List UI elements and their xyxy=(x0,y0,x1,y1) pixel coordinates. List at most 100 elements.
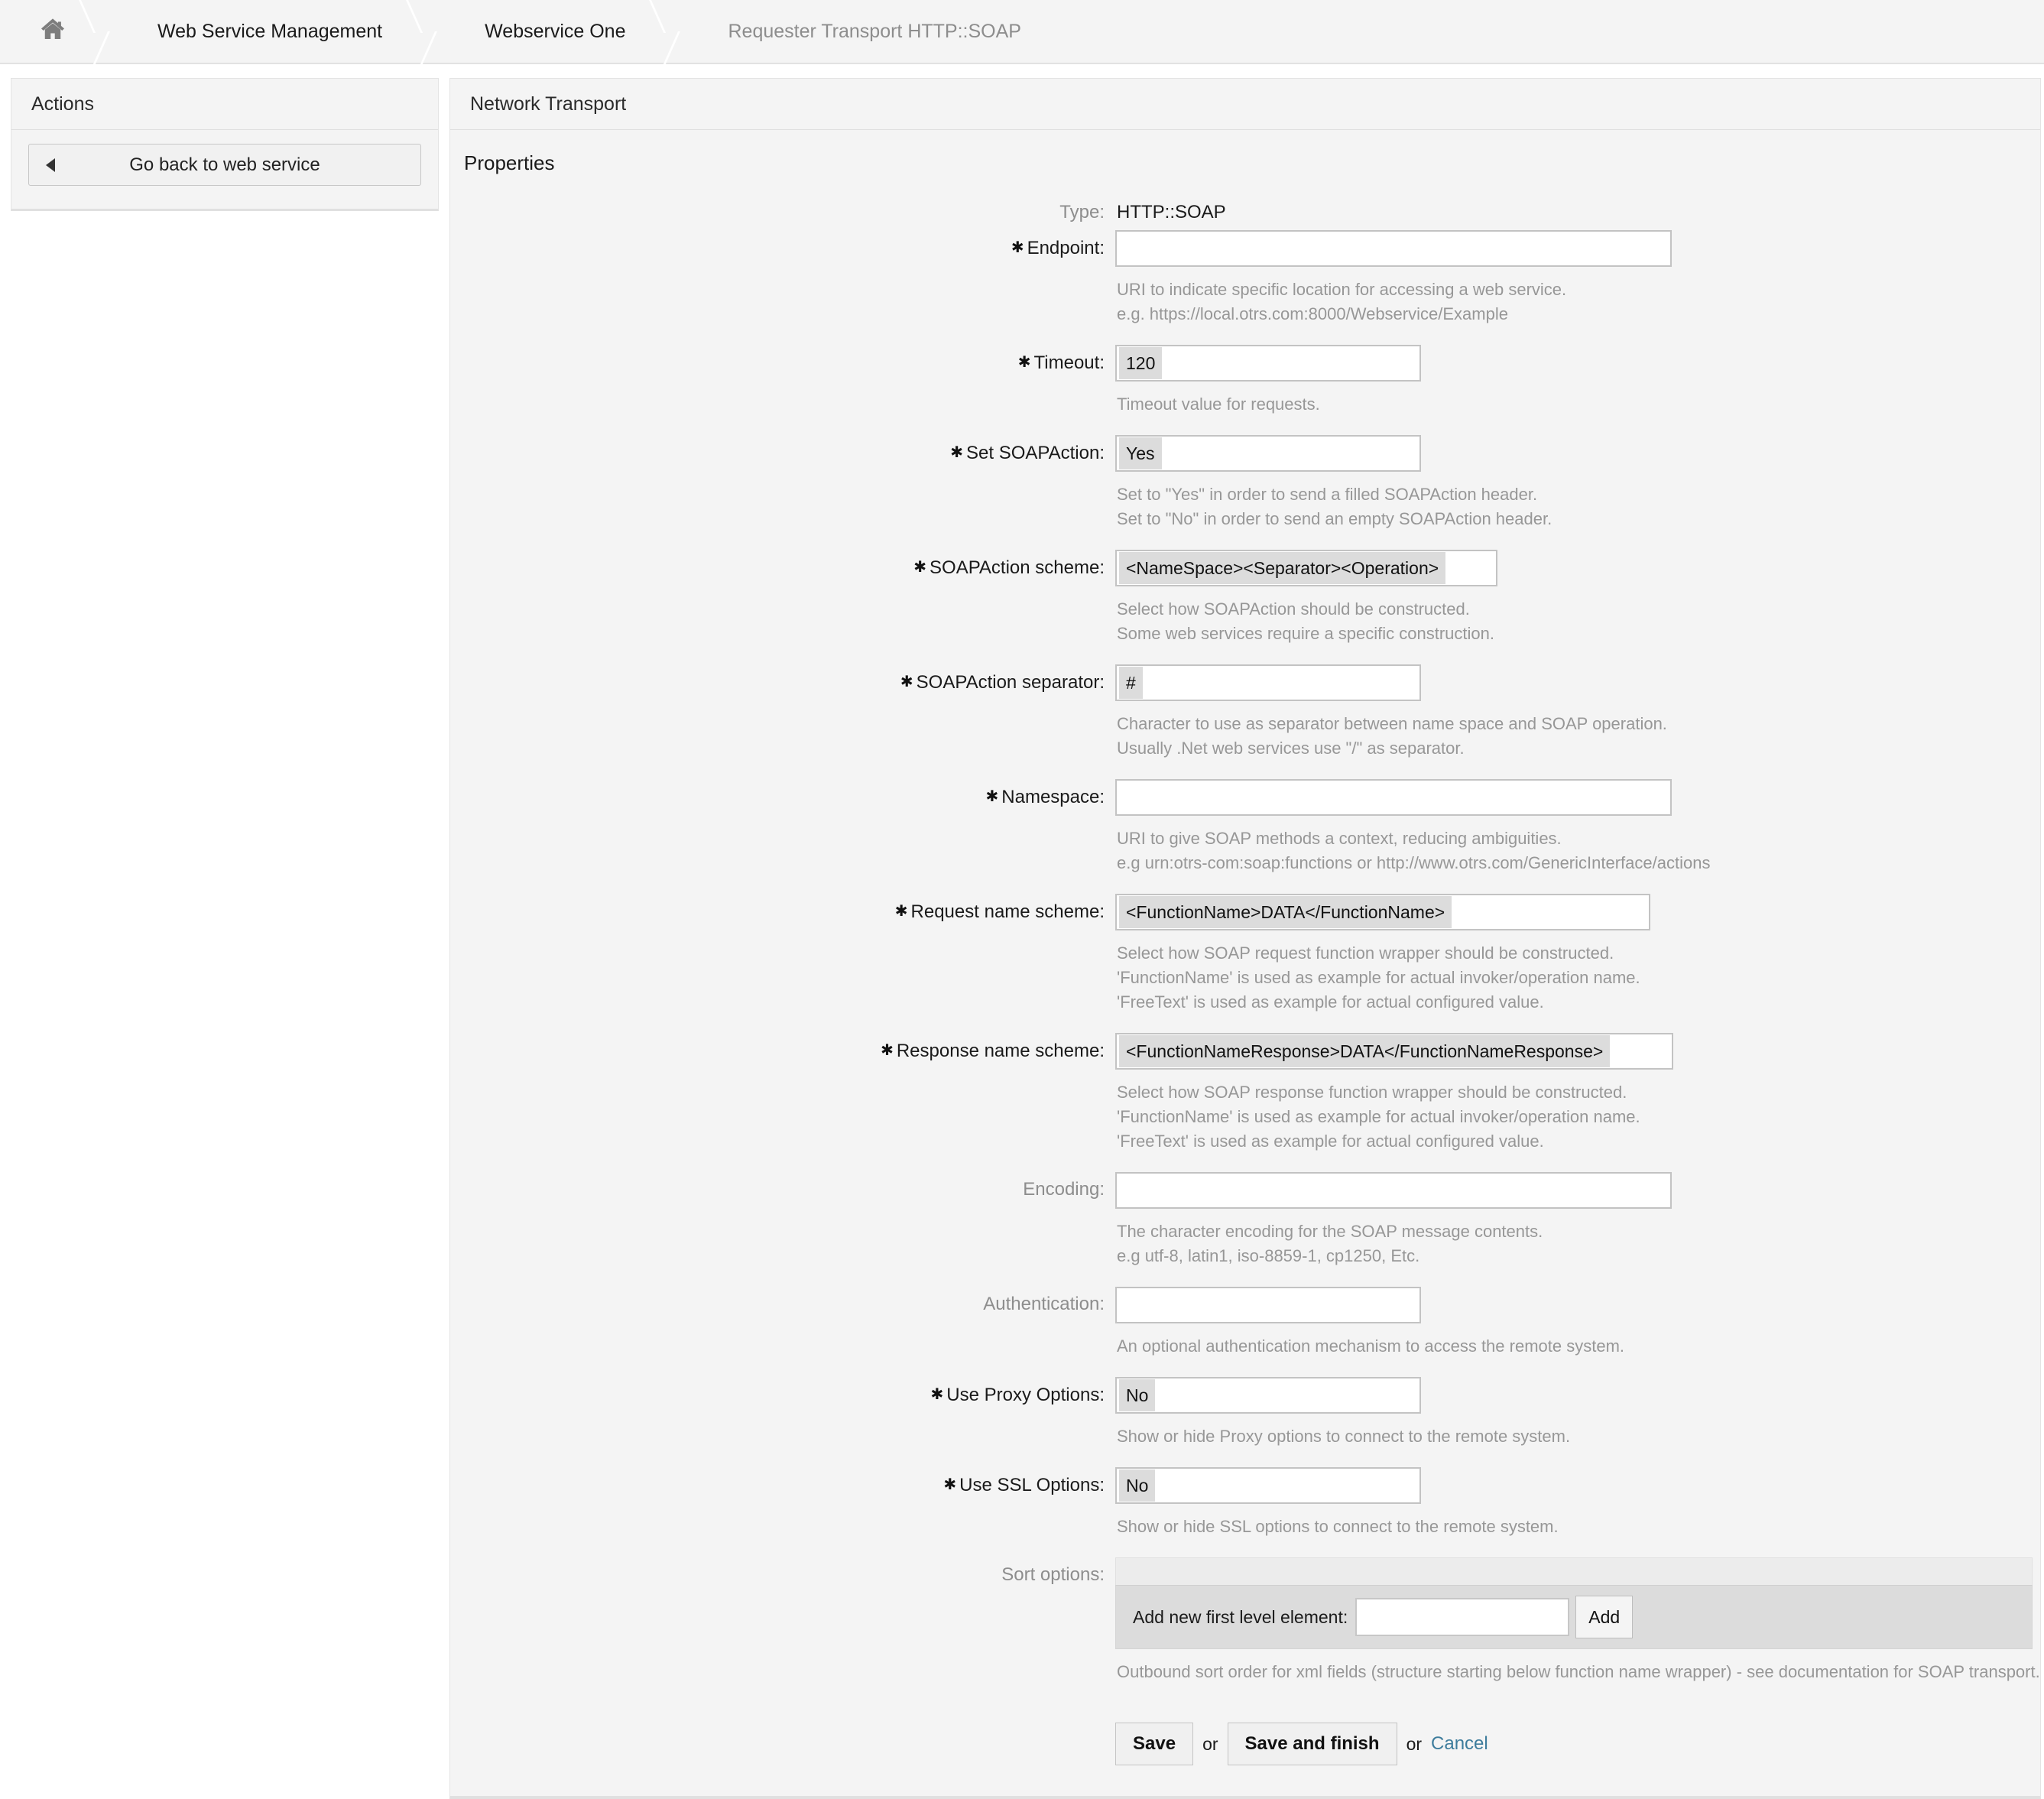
label-use-ssl-options: ✱ Use SSL Options: xyxy=(450,1467,1115,1503)
save-and-finish-button[interactable]: Save and finish xyxy=(1227,1723,1397,1765)
hint-line: e.g urn:otrs-com:soap:functions or http:… xyxy=(1117,853,1711,872)
hint-line: Show or hide Proxy options to connect to… xyxy=(1117,1427,1571,1446)
required-marker-icon: ✱ xyxy=(894,903,908,920)
label-encoding: Encoding: xyxy=(1023,1179,1105,1200)
breadcrumb: Web Service Management Webservice One Re… xyxy=(0,0,2044,64)
sort-options-widget: Add new first level element: Add xyxy=(1115,1557,2033,1649)
sidebar-actions-panel: Actions Go back to web service xyxy=(11,78,439,211)
hint-line: 'FreeText' is used as example for actual… xyxy=(1117,1132,1544,1151)
namespace-input[interactable] xyxy=(1115,779,1672,816)
label-use-ssl-options-text: Use SSL Options: xyxy=(959,1475,1105,1495)
set-soapaction-select[interactable]: Yes xyxy=(1115,435,1421,472)
response-name-scheme-select[interactable]: <FunctionNameResponse>DATA</FunctionName… xyxy=(1115,1033,1673,1070)
use-ssl-options-selected-value: No xyxy=(1119,1469,1156,1502)
field-row-soapaction-scheme: ✱ SOAPAction scheme: <NameSpace><Separato… xyxy=(450,550,2040,664)
hint-line: Select how SOAP response function wrappe… xyxy=(1117,1083,1627,1102)
breadcrumb-item-current: Requester Transport HTTP::SOAP xyxy=(694,0,1054,63)
panel-content: Properties Type: HTTP::SOAP ✱ Endpoint: U… xyxy=(450,130,2040,1796)
soapaction-scheme-select[interactable]: <NameSpace><Separator><Operation> xyxy=(1115,550,1497,586)
field-row-set-soapaction: ✱ Set SOAPAction: Yes Set to "Yes" in ord… xyxy=(450,435,2040,550)
breadcrumb-separator-icon xyxy=(659,0,694,63)
label-timeout: ✱ Timeout: xyxy=(450,345,1115,381)
field-row-authentication: Authentication: An optional authenticati… xyxy=(450,1287,2040,1377)
use-ssl-options-select[interactable]: No xyxy=(1115,1467,1421,1504)
field-row-sort-options: Sort options: Add new first level elemen… xyxy=(450,1557,2040,1703)
hint-line: Select how SOAPAction should be construc… xyxy=(1117,599,1470,619)
save-button[interactable]: Save xyxy=(1115,1723,1194,1765)
add-first-level-element-input[interactable] xyxy=(1355,1598,1570,1636)
soapaction-separator-select[interactable]: # xyxy=(1115,664,1421,701)
home-icon xyxy=(40,18,66,46)
go-back-to-web-service-button[interactable]: Go back to web service xyxy=(28,144,421,186)
breadcrumb-home[interactable] xyxy=(0,0,89,63)
set-soapaction-selected-value: Yes xyxy=(1119,437,1162,469)
label-endpoint: ✱ Endpoint: xyxy=(450,230,1115,266)
required-marker-icon: ✱ xyxy=(950,444,964,461)
label-namespace-text: Namespace: xyxy=(1001,787,1105,807)
required-marker-icon: ✱ xyxy=(985,788,999,805)
breadcrumb-item-web-service-management[interactable]: Web Service Management xyxy=(124,0,416,63)
field-row-timeout: ✱ Timeout: 120 Timeout value for requests… xyxy=(450,345,2040,435)
add-first-level-element-label: Add new first level element: xyxy=(1133,1606,1348,1627)
add-button[interactable]: Add xyxy=(1575,1596,1634,1638)
hint-response-name-scheme: Select how SOAP response function wrappe… xyxy=(1115,1070,2040,1154)
soapaction-separator-selected-value: # xyxy=(1119,667,1143,699)
timeout-selected-value: 120 xyxy=(1119,347,1163,379)
hint-line: URI to indicate specific location for ac… xyxy=(1117,280,1567,299)
required-marker-icon: ✱ xyxy=(1011,239,1024,256)
hint-line: An optional authentication mechanism to … xyxy=(1117,1336,1625,1356)
hint-request-name-scheme: Select how SOAP request function wrapper… xyxy=(1115,930,2040,1015)
label-type: Type: xyxy=(1059,202,1105,222)
label-response-name-scheme-text: Response name scheme: xyxy=(896,1041,1105,1061)
field-row-request-name-scheme: ✱ Request name scheme: <FunctionName>DATA… xyxy=(450,894,2040,1033)
field-row-use-proxy-options: ✱ Use Proxy Options: No Show or hide Prox… xyxy=(450,1377,2040,1467)
required-marker-icon: ✱ xyxy=(1017,354,1031,371)
label-set-soapaction: ✱ Set SOAPAction: xyxy=(450,435,1115,471)
sidebar-title: Actions xyxy=(11,79,438,130)
use-proxy-options-select[interactable]: No xyxy=(1115,1377,1421,1414)
breadcrumb-label: Requester Transport HTTP::SOAP xyxy=(728,20,1021,42)
timeout-select[interactable]: 120 xyxy=(1115,345,1421,382)
hint-use-ssl-options: Show or hide SSL options to connect to t… xyxy=(1115,1504,2040,1539)
authentication-input[interactable] xyxy=(1115,1287,1421,1323)
hint-line: Set to "Yes" in order to send a filled S… xyxy=(1117,485,1538,504)
hint-soapaction-scheme: Select how SOAPAction should be construc… xyxy=(1115,586,2040,646)
sort-options-list xyxy=(1115,1557,2033,1585)
endpoint-input[interactable] xyxy=(1115,230,1672,267)
label-use-proxy-options-text: Use Proxy Options: xyxy=(946,1385,1105,1405)
hint-use-proxy-options: Show or hide Proxy options to connect to… xyxy=(1115,1414,2040,1449)
hint-timeout: Timeout value for requests. xyxy=(1115,382,2040,417)
label-soapaction-separator: ✱ SOAPAction separator: xyxy=(450,664,1115,700)
label-request-name-scheme-text: Request name scheme: xyxy=(910,901,1105,922)
hint-authentication: An optional authentication mechanism to … xyxy=(1115,1323,2040,1359)
hint-line: e.g. https://local.otrs.com:8000/Webserv… xyxy=(1117,304,1508,323)
hint-endpoint: URI to indicate specific location for ac… xyxy=(1115,267,2040,326)
label-endpoint-text: Endpoint: xyxy=(1027,238,1105,258)
panel-title: Network Transport xyxy=(450,79,2040,130)
label-response-name-scheme: ✱ Response name scheme: xyxy=(450,1033,1115,1069)
field-row-soapaction-separator: ✱ SOAPAction separator: # Character to us… xyxy=(450,664,2040,779)
hint-line: Select how SOAP request function wrapper… xyxy=(1117,943,1614,963)
label-use-proxy-options: ✱ Use Proxy Options: xyxy=(450,1377,1115,1413)
field-row-encoding: Encoding: The character encoding for the… xyxy=(450,1172,2040,1287)
encoding-input[interactable] xyxy=(1115,1172,1672,1209)
required-marker-icon: ✱ xyxy=(881,1042,894,1059)
sidebar-content: Go back to web service xyxy=(11,130,438,209)
hint-line: Timeout value for requests. xyxy=(1117,395,1320,414)
sort-options-add-row: Add new first level element: Add xyxy=(1115,1585,2033,1649)
cancel-link[interactable]: Cancel xyxy=(1431,1733,1488,1755)
value-type: HTTP::SOAP xyxy=(1117,202,1226,222)
go-back-label: Go back to web service xyxy=(129,154,320,175)
field-row-use-ssl-options: ✱ Use SSL Options: No Show or hide SSL op… xyxy=(450,1467,2040,1557)
page-body: Actions Go back to web service Network T… xyxy=(0,64,2044,1799)
or-text: or xyxy=(1202,1733,1218,1754)
field-row-namespace: ✱ Namespace: URI to give SOAP methods a c… xyxy=(450,779,2040,894)
label-soapaction-scheme-text: SOAPAction scheme: xyxy=(930,557,1105,578)
request-name-scheme-select[interactable]: <FunctionName>DATA</FunctionName> xyxy=(1115,894,1650,930)
hint-line: 'FunctionName' is used as example for ac… xyxy=(1117,1107,1640,1126)
use-proxy-options-selected-value: No xyxy=(1119,1379,1156,1411)
request-name-scheme-selected-value: <FunctionName>DATA</FunctionName> xyxy=(1119,896,1452,928)
breadcrumb-item-webservice-one[interactable]: Webservice One xyxy=(451,0,659,63)
breadcrumb-label: Webservice One xyxy=(485,20,626,42)
breadcrumb-label: Web Service Management xyxy=(157,20,383,42)
